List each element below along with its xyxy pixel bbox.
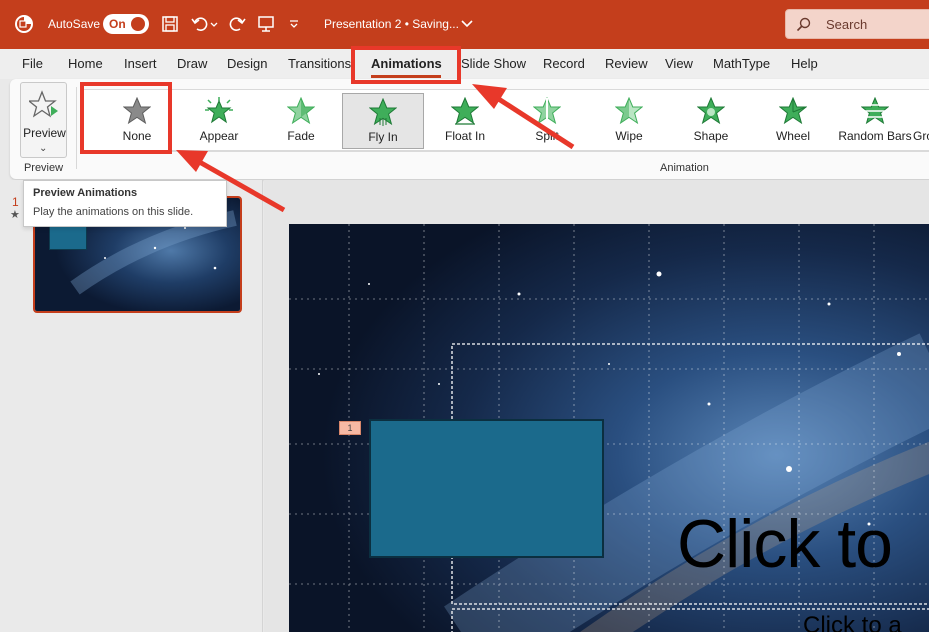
star-fade-icon [287,97,315,125]
preview-group-label: Preview [23,162,64,174]
animation-marker-icon: ★ [10,209,20,221]
tab-design[interactable]: Design [227,56,267,71]
animation-shape[interactable]: Shape [670,93,752,149]
tab-record[interactable]: Record [543,56,585,71]
star-burst-icon [205,97,233,124]
autosave-label: AutoSave [48,17,101,31]
tab-review[interactable]: Review [605,56,648,71]
tab-mathtype[interactable]: MathType [713,56,770,71]
search-icon [796,17,811,32]
star-flyin-icon [369,98,397,126]
annotation-box-animations-tab [351,46,461,84]
tab-help[interactable]: Help [791,56,818,71]
star-bars-icon [861,97,889,125]
preview-button[interactable]: Preview ⌄ [20,82,67,158]
tab-insert[interactable]: Insert [124,56,157,71]
animation-order-tag[interactable]: 1 [339,421,361,435]
undo-icon[interactable] [190,14,210,34]
star-split-icon [533,97,561,125]
powerpoint-window: AutoSave On Presentation 2 • Saving... S… [0,0,929,632]
document-title[interactable]: Presentation 2 • Saving... [324,17,459,31]
present-icon[interactable] [256,14,276,34]
redo-icon[interactable] [227,14,247,34]
tab-slide-show[interactable]: Slide Show [461,56,526,71]
annotation-box-none [80,82,172,154]
toggle-knob [131,17,145,31]
animation-random-bars[interactable]: Random Bars [834,93,916,149]
animation-gallery: None Appear Fade Fly In Float In Split W… [82,89,929,151]
toggle-label: On [109,17,126,31]
preview-star-icon [29,90,58,118]
title-bar: AutoSave On Presentation 2 • Saving... S… [0,0,929,49]
title-placeholder[interactable]: Click to [677,505,893,583]
subtitle-placeholder[interactable]: Click to a [803,612,902,632]
animation-group-label: Animation [660,162,709,174]
autosave-toggle[interactable]: On [103,14,149,34]
animation-label: Gro [913,129,929,143]
star-wheel-icon [779,97,807,125]
star-shape-icon [697,97,725,125]
rectangle-shape[interactable] [369,419,604,558]
search-placeholder: Search [826,17,868,32]
group-separator [76,87,77,169]
tab-transitions[interactable]: Transitions [288,56,351,71]
animation-fade[interactable]: Fade [260,93,342,149]
animation-wipe[interactable]: Wipe [588,93,670,149]
search-box[interactable]: Search [785,9,929,39]
animation-float-in[interactable]: Float In [424,93,506,149]
powerpoint-logo-icon [15,15,33,33]
save-icon[interactable] [160,14,180,34]
tab-view[interactable]: View [665,56,693,71]
animation-wheel[interactable]: Wheel [752,93,834,149]
star-floatin-icon [451,97,479,125]
tab-home[interactable]: Home [68,56,103,71]
animation-split[interactable]: Split [506,93,588,149]
tab-draw[interactable]: Draw [177,56,207,71]
chevron-down-icon[interactable] [460,16,474,30]
undo-dropdown-icon[interactable] [209,14,219,34]
animation-grow[interactable]: Gro [909,93,929,149]
ribbon-tabs: File Home Insert Draw Design Transitions… [0,49,929,79]
preview-chevron-icon: ⌄ [39,143,48,154]
slide-number: 1 [12,195,19,209]
tab-file[interactable]: File [22,56,43,71]
tooltip-description: Play the animations on this slide. [33,206,194,218]
animation-fly-in[interactable]: Fly In [342,93,424,149]
group-divider [82,151,929,152]
customize-toolbar-icon[interactable] [288,14,300,34]
preview-tooltip: Preview Animations Play the animations o… [23,180,227,227]
star-wipe-icon [615,97,643,125]
tooltip-title: Preview Animations [33,187,138,199]
animation-appear[interactable]: Appear [178,93,260,149]
preview-label: Preview [23,126,66,140]
